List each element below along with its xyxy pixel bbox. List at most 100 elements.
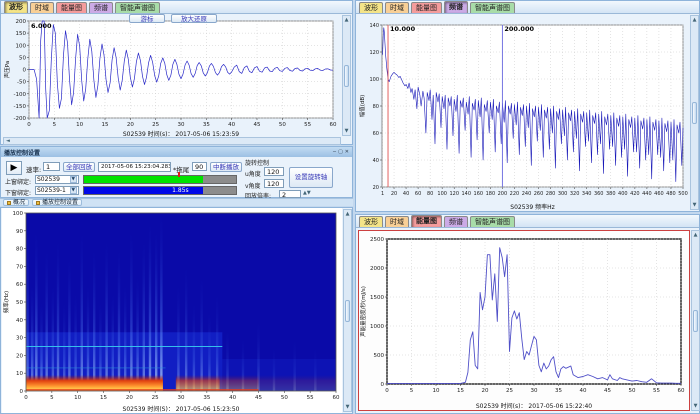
svg-text:400: 400 — [618, 191, 628, 197]
spectrum-tabbar: 波形 时域 能量图 频谱 智能声谱图 — [356, 1, 699, 14]
tab-0[interactable]: 波形 — [359, 216, 383, 227]
tab-3[interactable]: 频谱 — [89, 2, 113, 13]
scroll-thumb[interactable] — [344, 64, 349, 87]
waveform-hscrollbar[interactable]: ◄ — [3, 137, 341, 145]
zoom-reset-button[interactable]: 放大还原 — [171, 14, 217, 23]
spectrum-chart[interactable]: 1 20 40 60 80 100 120 140 160 180 200 220 240 260 280 3… — [358, 15, 689, 211]
playback-progress-blue[interactable]: 1.85s — [83, 186, 237, 195]
svg-text:45: 45 — [255, 395, 262, 401]
scroll-down-icon[interactable]: ▼ — [693, 202, 697, 208]
svg-text:120: 120 — [449, 191, 459, 197]
svg-text:15: 15 — [100, 395, 107, 401]
upper-bind-combo[interactable]: S02539 ▼ — [35, 175, 79, 184]
scroll-down-icon[interactable]: ▼ — [694, 403, 698, 409]
replay-ratio-field[interactable]: 2 — [279, 190, 301, 198]
spinner-icon[interactable]: ▲▼ — [303, 190, 311, 196]
taskbar-item-overview[interactable]: 概况 — [3, 199, 30, 206]
energy-vscrollbar[interactable]: ▲ ▼ — [691, 230, 700, 411]
scroll-thumb[interactable] — [692, 101, 697, 124]
chevron-down-icon[interactable]: ▼ — [69, 176, 77, 183]
scroll-down-icon[interactable]: ▼ — [346, 404, 350, 410]
chevron-down-icon[interactable]: ▼ — [69, 187, 77, 194]
scroll-up-icon[interactable]: ▲ — [345, 17, 349, 23]
svg-text:90: 90 — [16, 229, 23, 235]
rate-field[interactable]: 1 — [43, 162, 60, 171]
green-progress-fill — [84, 176, 203, 183]
svg-text:80: 80 — [373, 104, 379, 110]
scroll-thumb[interactable] — [345, 299, 350, 322]
svg-text:200: 200 — [16, 19, 27, 25]
svg-text:60: 60 — [16, 282, 23, 288]
svg-text:30: 30 — [16, 336, 23, 342]
tab-4[interactable]: 智能声谱图 — [470, 2, 515, 13]
svg-text:45: 45 — [254, 122, 261, 128]
svg-text:10: 10 — [74, 395, 81, 401]
spectrogram-vscrollbar[interactable]: ▲ ▼ — [343, 209, 352, 412]
tab-1[interactable]: 时域 — [385, 216, 409, 227]
svg-text:60: 60 — [373, 131, 379, 137]
cursor-button[interactable]: 游标 — [129, 14, 165, 23]
tab-3[interactable]: 频谱 — [444, 1, 468, 13]
tab-0[interactable]: 波形 — [359, 2, 383, 13]
tab-2[interactable]: 能量图 — [411, 2, 442, 13]
svg-text:60: 60 — [678, 388, 685, 394]
svg-text:30: 30 — [178, 122, 185, 128]
trail-field[interactable]: 90 — [192, 162, 207, 171]
tab-4[interactable]: 智能声谱图 — [470, 216, 515, 227]
svg-text:20: 20 — [373, 185, 379, 191]
svg-text:500: 500 — [678, 191, 688, 197]
svg-text:500: 500 — [374, 353, 385, 359]
u-angle-field[interactable]: 120 — [264, 167, 284, 176]
svg-text:200: 200 — [498, 191, 508, 197]
play-icon: ▶ — [10, 163, 18, 173]
svg-text:50: 50 — [629, 388, 636, 394]
scroll-up-icon[interactable]: ▲ — [346, 211, 350, 217]
maximize-icon[interactable]: ▢ — [338, 149, 343, 155]
scroll-left-icon[interactable]: ◄ — [6, 138, 10, 144]
svg-text:0: 0 — [27, 122, 31, 128]
svg-text:30: 30 — [178, 395, 185, 401]
svg-text:35: 35 — [203, 122, 210, 128]
tab-2[interactable]: 能量图 — [411, 215, 442, 227]
progress-marker[interactable] — [178, 172, 181, 177]
waveform-vscrollbar[interactable]: ▲ ▼ — [342, 15, 351, 136]
svg-text:15: 15 — [102, 122, 109, 128]
svg-text:50: 50 — [16, 300, 23, 306]
spectrogram-chart[interactable]: 0 5 10 15 20 25 30 35 40 45 50 55 60 0 10 20 30 40 50 60 70 8… — [2, 208, 342, 413]
set-rotation-axis-button[interactable]: 设置旋转轴 — [289, 167, 333, 188]
stop-button[interactable]: 中断播放 — [210, 162, 242, 172]
svg-text:幅值(dB): 幅值(dB) — [358, 95, 366, 118]
tab-1[interactable]: 时域 — [30, 2, 54, 13]
waveform-chart[interactable]: 0 5 10 15 20 25 30 35 40 45 50 55 60 -200 -150 -100 -50 0… — [3, 15, 339, 138]
tab-0[interactable]: 波形 — [4, 1, 28, 13]
lower-bind-value: S02539-1 — [37, 187, 66, 194]
svg-text:S02539 时间(S)： 2017-05-06 15:23: S02539 时间(S)： 2017-05-06 15:23:50 — [123, 405, 240, 413]
player-body: ▶ 速率: 1 全部回放 2017-05-06 15:23:04.283 *拖尾… — [1, 157, 352, 200]
v-angle-field[interactable]: 120 — [264, 179, 284, 188]
taskbar-item-player[interactable]: 播放控制设置 — [32, 199, 83, 206]
tab-1[interactable]: 时域 — [385, 2, 409, 13]
close-icon[interactable]: ✕ — [345, 149, 349, 155]
window-icon — [7, 200, 11, 205]
replay-all-button[interactable]: 全部回放 — [63, 162, 95, 172]
svg-text:100: 100 — [16, 43, 27, 49]
tab-2[interactable]: 能量图 — [56, 2, 87, 13]
scroll-down-icon[interactable]: ▼ — [345, 128, 349, 134]
spectrum-vscrollbar[interactable]: ▲ ▼ — [690, 15, 699, 210]
tab-3[interactable]: 频谱 — [444, 216, 468, 227]
minimize-icon[interactable]: ─ — [333, 149, 336, 155]
scroll-up-icon[interactable]: ▲ — [694, 232, 698, 238]
play-button[interactable]: ▶ — [6, 161, 22, 175]
svg-text:60: 60 — [330, 122, 337, 128]
scroll-up-icon[interactable]: ▲ — [693, 17, 697, 23]
tab-4[interactable]: 智能声谱图 — [115, 2, 160, 13]
scroll-thumb[interactable] — [693, 309, 698, 332]
lower-bind-combo[interactable]: S02539-1 ▼ — [35, 186, 79, 195]
rate-label: 速率: — [26, 166, 42, 174]
time-field[interactable]: 2017-05-06 15:23:04.283 — [98, 162, 171, 172]
player-titlebar: 播放控制设置 ─ ▢ ✕ — [1, 147, 352, 157]
playback-progress-green[interactable] — [83, 172, 237, 184]
energy-chart[interactable]: 0 5 10 15 20 25 30 35 40 45 50 55 60 0 500 1000 1500 2000… — [359, 231, 689, 410]
svg-text:40: 40 — [16, 318, 23, 324]
player-window: 播放控制设置 ─ ▢ ✕ ▶ 速率: 1 全部回放 2017-05-06 15:… — [0, 146, 353, 200]
